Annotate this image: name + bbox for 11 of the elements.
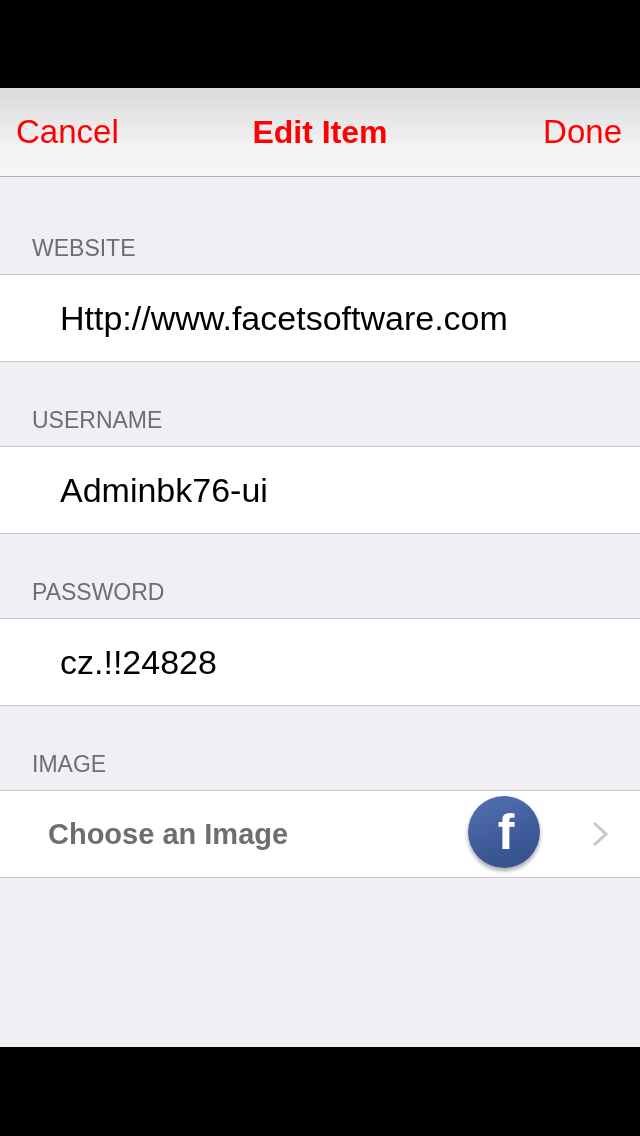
section-header: WEBSITE xyxy=(32,235,136,261)
section-header: IMAGE xyxy=(32,751,107,777)
image-logo: f xyxy=(468,796,540,868)
text-field[interactable]: Adminbk76-ui xyxy=(0,446,640,534)
nav-title: Edit Item xyxy=(252,113,388,152)
chevron-icon xyxy=(592,821,608,847)
image-picker-row[interactable]: Choose an Image f xyxy=(0,790,640,878)
section-header: USERNAME xyxy=(32,407,163,433)
text-field[interactable]: cz.!!24828 xyxy=(0,618,640,706)
text-field[interactable]: Http://www.facetsoftware.com xyxy=(0,274,640,362)
section-header: PASSWORD xyxy=(32,579,165,605)
